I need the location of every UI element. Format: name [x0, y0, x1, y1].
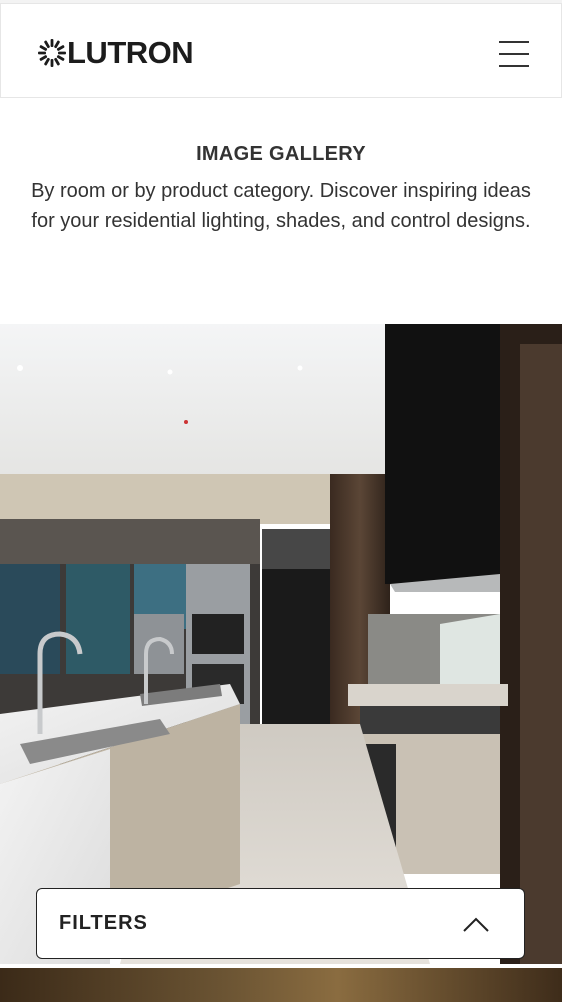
page-description: By room or by product category. Discover…: [31, 180, 531, 232]
gallery-hero-image[interactable]: [0, 324, 562, 964]
filters-label: FILTERS: [59, 912, 148, 934]
hamburger-menu-icon[interactable]: [497, 39, 531, 71]
chevron-up-icon: [463, 917, 489, 932]
kitchen-photo: [0, 324, 562, 964]
brand-wordmark: LUTRON: [67, 35, 194, 70]
next-gallery-image[interactable]: [0, 968, 562, 1002]
filters-toggle[interactable]: FILTERS: [36, 888, 525, 959]
lutron-sunburst-icon: [38, 39, 66, 67]
page-title: IMAGE GALLERY: [196, 143, 366, 165]
site-header: LUTRON: [0, 3, 562, 98]
gallery-intro: IMAGE GALLERY By room or by product cate…: [0, 140, 562, 236]
lutron-logo-link[interactable]: LUTRON: [37, 35, 194, 70]
